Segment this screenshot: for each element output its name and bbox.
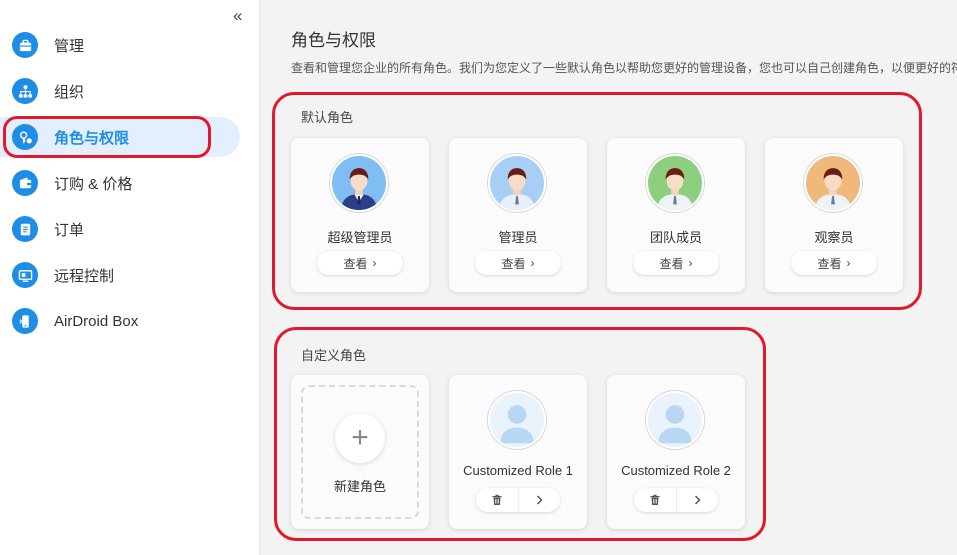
view-button[interactable]: 查看 › <box>633 251 719 275</box>
role-name: 观察员 <box>814 230 854 245</box>
delete-button[interactable] <box>476 488 518 512</box>
role-card-super-admin[interactable]: 超级管理员 查看 › <box>291 138 429 292</box>
view-button[interactable]: 查看 › <box>317 251 403 275</box>
chevron-right-icon: › <box>530 256 535 270</box>
open-role-button[interactable] <box>675 488 719 512</box>
briefcase-icon <box>12 32 38 58</box>
sidebar-nav: 管理 组织 角色与权限 订购 & 价格 订单 远程控制 AirDroid Box <box>0 22 260 344</box>
chevron-right-icon: › <box>846 256 851 270</box>
remote-screen-icon <box>12 262 38 288</box>
role-card-team-member[interactable]: 团队成员 查看 › <box>607 138 745 292</box>
new-role-card[interactable]: + 新建角色 <box>291 375 429 529</box>
sidebar-item-label: 远程控制 <box>54 267 115 285</box>
role-name: Customized Role 1 <box>463 463 573 478</box>
default-roles-title: 默认角色 <box>301 110 354 125</box>
view-label: 查看 <box>343 256 368 271</box>
custom-roles-title: 自定义角色 <box>301 348 367 363</box>
org-chart-icon <box>12 78 38 104</box>
new-role-label: 新建角色 <box>333 479 386 494</box>
role-name: 团队成员 <box>649 230 702 245</box>
trash-icon <box>650 494 660 505</box>
chevron-right-icon <box>537 495 543 505</box>
role-actions <box>476 488 560 512</box>
sidebar-item-label: 管理 <box>54 37 85 55</box>
sidebar-item-label: 组织 <box>54 83 85 101</box>
custom-role-card[interactable]: Customized Role 1 <box>449 375 587 529</box>
chevron-right-icon <box>695 495 701 505</box>
wallet-icon <box>12 170 38 196</box>
chevron-right-icon: › <box>372 256 377 270</box>
open-role-button[interactable] <box>517 488 561 512</box>
view-label: 查看 <box>817 256 842 271</box>
avatar <box>330 154 388 212</box>
document-icon <box>12 216 38 242</box>
sidebar-item-roles-permissions[interactable]: 角色与权限 <box>0 114 260 160</box>
page-description: 查看和管理您企业的所有角色。我们为您定义了一些默认角色以帮助您更好的管理设备，您… <box>291 61 957 75</box>
trash-icon <box>492 494 502 505</box>
role-name: Customized Role 2 <box>621 463 731 478</box>
delete-button[interactable] <box>634 488 676 512</box>
sidebar: « 管理 组织 角色与权限 订购 & 价格 订单 远程控制 AirDroid B… <box>0 0 260 555</box>
sidebar-item-organization[interactable]: 组织 <box>0 68 260 114</box>
view-button[interactable]: 查看 › <box>475 251 561 275</box>
avatar <box>804 154 862 212</box>
sidebar-item-airdroid-box[interactable]: AirDroid Box <box>0 298 260 344</box>
role-card-observer[interactable]: 观察员 查看 › <box>765 138 903 292</box>
avatar <box>488 154 546 212</box>
sidebar-item-subscription-pricing[interactable]: 订购 & 价格 <box>0 160 260 206</box>
highlight-ring <box>3 116 211 158</box>
role-name: 管理员 <box>498 230 538 245</box>
role-actions <box>634 488 718 512</box>
page-title: 角色与权限 <box>291 31 376 50</box>
view-label: 查看 <box>659 256 684 271</box>
airdroid-box-icon <box>12 308 38 334</box>
sidebar-item-label: 订单 <box>54 221 85 239</box>
view-button[interactable]: 查看 › <box>791 251 877 275</box>
custom-role-card[interactable]: Customized Role 2 <box>607 375 745 529</box>
main-content: 角色与权限 查看和管理您企业的所有角色。我们为您定义了一些默认角色以帮助您更好的… <box>261 0 957 555</box>
avatar <box>646 391 704 449</box>
sidebar-item-label: 订购 & 价格 <box>54 175 133 193</box>
role-name: 超级管理员 <box>327 230 393 245</box>
role-card-admin[interactable]: 管理员 查看 › <box>449 138 587 292</box>
chevron-right-icon: › <box>688 256 693 270</box>
plus-icon[interactable]: + <box>335 413 385 463</box>
view-label: 查看 <box>501 256 526 271</box>
sidebar-item-management[interactable]: 管理 <box>0 22 260 68</box>
sidebar-item-orders[interactable]: 订单 <box>0 206 260 252</box>
sidebar-item-label: AirDroid Box <box>54 312 139 330</box>
sidebar-item-remote-control[interactable]: 远程控制 <box>0 252 260 298</box>
avatar <box>646 154 704 212</box>
avatar <box>488 391 546 449</box>
